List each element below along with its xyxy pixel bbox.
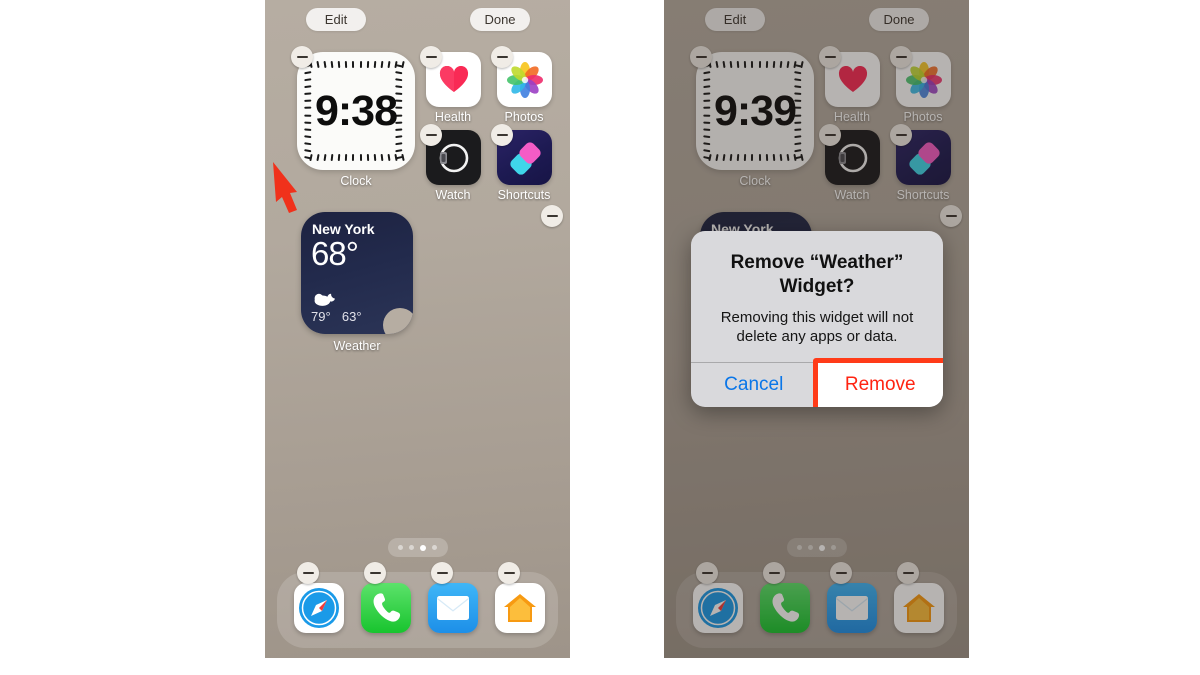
weather-current-temp: 68° bbox=[311, 235, 359, 272]
app-label-health-after: Health bbox=[833, 110, 871, 124]
dock-icon-home-after[interactable] bbox=[894, 583, 944, 633]
safari-icon bbox=[698, 588, 738, 628]
remove-widget-dialog: Remove “Weather” Widget? Removing this w… bbox=[691, 231, 943, 407]
dock-icon-mail[interactable] bbox=[428, 583, 478, 633]
page-indicator[interactable] bbox=[387, 538, 448, 557]
clock-time: 9:38 bbox=[314, 86, 398, 135]
shortcuts-remove-badge-after[interactable] bbox=[890, 124, 912, 146]
dock-icon-safari-after[interactable] bbox=[693, 583, 743, 633]
dialog-cancel-button[interactable]: Cancel bbox=[691, 363, 817, 407]
home-remove-badge-after[interactable] bbox=[897, 562, 919, 584]
dialog-title: Remove “Weather” Widget? bbox=[730, 252, 904, 297]
shortcuts-remove-badge[interactable] bbox=[491, 124, 513, 146]
weather-widget-remove-badge-after[interactable] bbox=[940, 205, 962, 227]
weather-high-low: 79° 63° bbox=[311, 309, 362, 324]
photos-icon bbox=[905, 61, 942, 98]
app-label-watch: Watch bbox=[435, 188, 471, 202]
screenshot-stage: Edit Done 9:38 Clock Health Photos Watch… bbox=[0, 0, 1200, 675]
photos-icon bbox=[506, 61, 543, 98]
mail-remove-badge-after[interactable] bbox=[830, 562, 852, 584]
home-icon bbox=[504, 594, 536, 622]
done-button[interactable]: Done bbox=[470, 8, 530, 31]
done-button-after[interactable]: Done bbox=[869, 8, 929, 31]
clock-widget-label-after: Clock bbox=[739, 174, 771, 188]
weather-widget[interactable]: New York 68° 79° 63° bbox=[301, 212, 413, 334]
phone-remove-badge-after[interactable] bbox=[763, 562, 785, 584]
home-screen-topbar-after: Edit Done bbox=[664, 8, 969, 34]
mail-icon bbox=[436, 596, 470, 620]
page-dot bbox=[808, 545, 813, 550]
dock bbox=[277, 562, 558, 648]
watch-icon bbox=[439, 143, 468, 172]
dock-icon-home[interactable] bbox=[495, 583, 545, 633]
dialog-message: Removing this widget will not delete any… bbox=[720, 308, 914, 345]
clock-widget-after[interactable]: 9:39 bbox=[696, 52, 814, 170]
page-indicator-after[interactable] bbox=[786, 538, 847, 557]
edit-button[interactable]: Edit bbox=[306, 8, 366, 31]
edit-button-after[interactable]: Edit bbox=[705, 8, 765, 31]
annotation-arrow-icon bbox=[273, 162, 297, 213]
weather-low: 63° bbox=[341, 309, 362, 324]
safari-remove-badge[interactable] bbox=[297, 562, 319, 584]
page-dot-active bbox=[819, 544, 825, 551]
phone-screen-before: Edit Done 9:38 Clock Health Photos Watch… bbox=[265, 0, 570, 658]
home-icon bbox=[903, 594, 935, 622]
app-label-shortcuts: Shortcuts bbox=[497, 188, 551, 202]
dock-icon-phone-after[interactable] bbox=[760, 583, 810, 633]
heart-icon bbox=[439, 65, 468, 92]
dock-after bbox=[676, 562, 957, 648]
health-remove-badge[interactable] bbox=[420, 46, 442, 68]
mail-remove-badge[interactable] bbox=[431, 562, 453, 584]
app-label-watch-after: Watch bbox=[834, 188, 870, 202]
widget-corner-curl bbox=[383, 308, 413, 334]
app-label-health: Health bbox=[434, 110, 472, 124]
health-remove-badge-after[interactable] bbox=[819, 46, 841, 68]
clock-widget[interactable]: 9:38 bbox=[297, 52, 415, 170]
partly-cloudy-night-icon bbox=[314, 293, 335, 306]
mail-icon bbox=[835, 596, 869, 620]
page-dot bbox=[831, 545, 836, 550]
page-dot bbox=[797, 545, 802, 550]
dock-icon-phone[interactable] bbox=[361, 583, 411, 633]
photos-remove-badge[interactable] bbox=[491, 46, 513, 68]
app-label-photos: Photos bbox=[504, 110, 544, 124]
app-label-photos-after: Photos bbox=[903, 110, 943, 124]
clock-widget-remove-badge-after[interactable] bbox=[690, 46, 712, 68]
shortcuts-icon bbox=[908, 141, 940, 175]
dock-icon-safari[interactable] bbox=[294, 583, 344, 633]
clock-widget-remove-badge[interactable] bbox=[291, 46, 313, 68]
watch-remove-badge-after[interactable] bbox=[819, 124, 841, 146]
clock-time-after: 9:39 bbox=[713, 86, 797, 135]
home-screen-topbar: Edit Done bbox=[265, 8, 570, 34]
page-dot-active bbox=[420, 544, 426, 551]
dialog-actions: Cancel Remove bbox=[691, 357, 943, 407]
weather-high: 79° bbox=[311, 309, 331, 324]
weather-widget-remove-badge[interactable] bbox=[541, 205, 563, 227]
weather-widget-label: Weather bbox=[333, 339, 381, 353]
app-label-shortcuts-after: Shortcuts bbox=[896, 188, 950, 202]
home-remove-badge[interactable] bbox=[498, 562, 520, 584]
heart-icon bbox=[838, 65, 867, 92]
phone-icon bbox=[373, 593, 401, 622]
page-dot bbox=[398, 545, 403, 550]
dialog-remove-label: Remove bbox=[844, 373, 916, 395]
phone-icon bbox=[772, 593, 800, 622]
page-dot bbox=[409, 545, 414, 550]
phone-screen-after: Edit Done 9:39 Clock Health Photos Watch… bbox=[664, 0, 969, 658]
dock-icon-mail-after[interactable] bbox=[827, 583, 877, 633]
dialog-body: Remove “Weather” Widget? Removing this w… bbox=[691, 231, 943, 362]
safari-remove-badge-after[interactable] bbox=[696, 562, 718, 584]
watch-icon bbox=[838, 143, 867, 172]
page-dot bbox=[432, 545, 437, 550]
watch-remove-badge[interactable] bbox=[420, 124, 442, 146]
safari-icon bbox=[299, 588, 339, 628]
shortcuts-icon bbox=[509, 141, 541, 175]
photos-remove-badge-after[interactable] bbox=[890, 46, 912, 68]
dialog-remove-button[interactable]: Remove bbox=[812, 357, 943, 407]
phone-remove-badge[interactable] bbox=[364, 562, 386, 584]
